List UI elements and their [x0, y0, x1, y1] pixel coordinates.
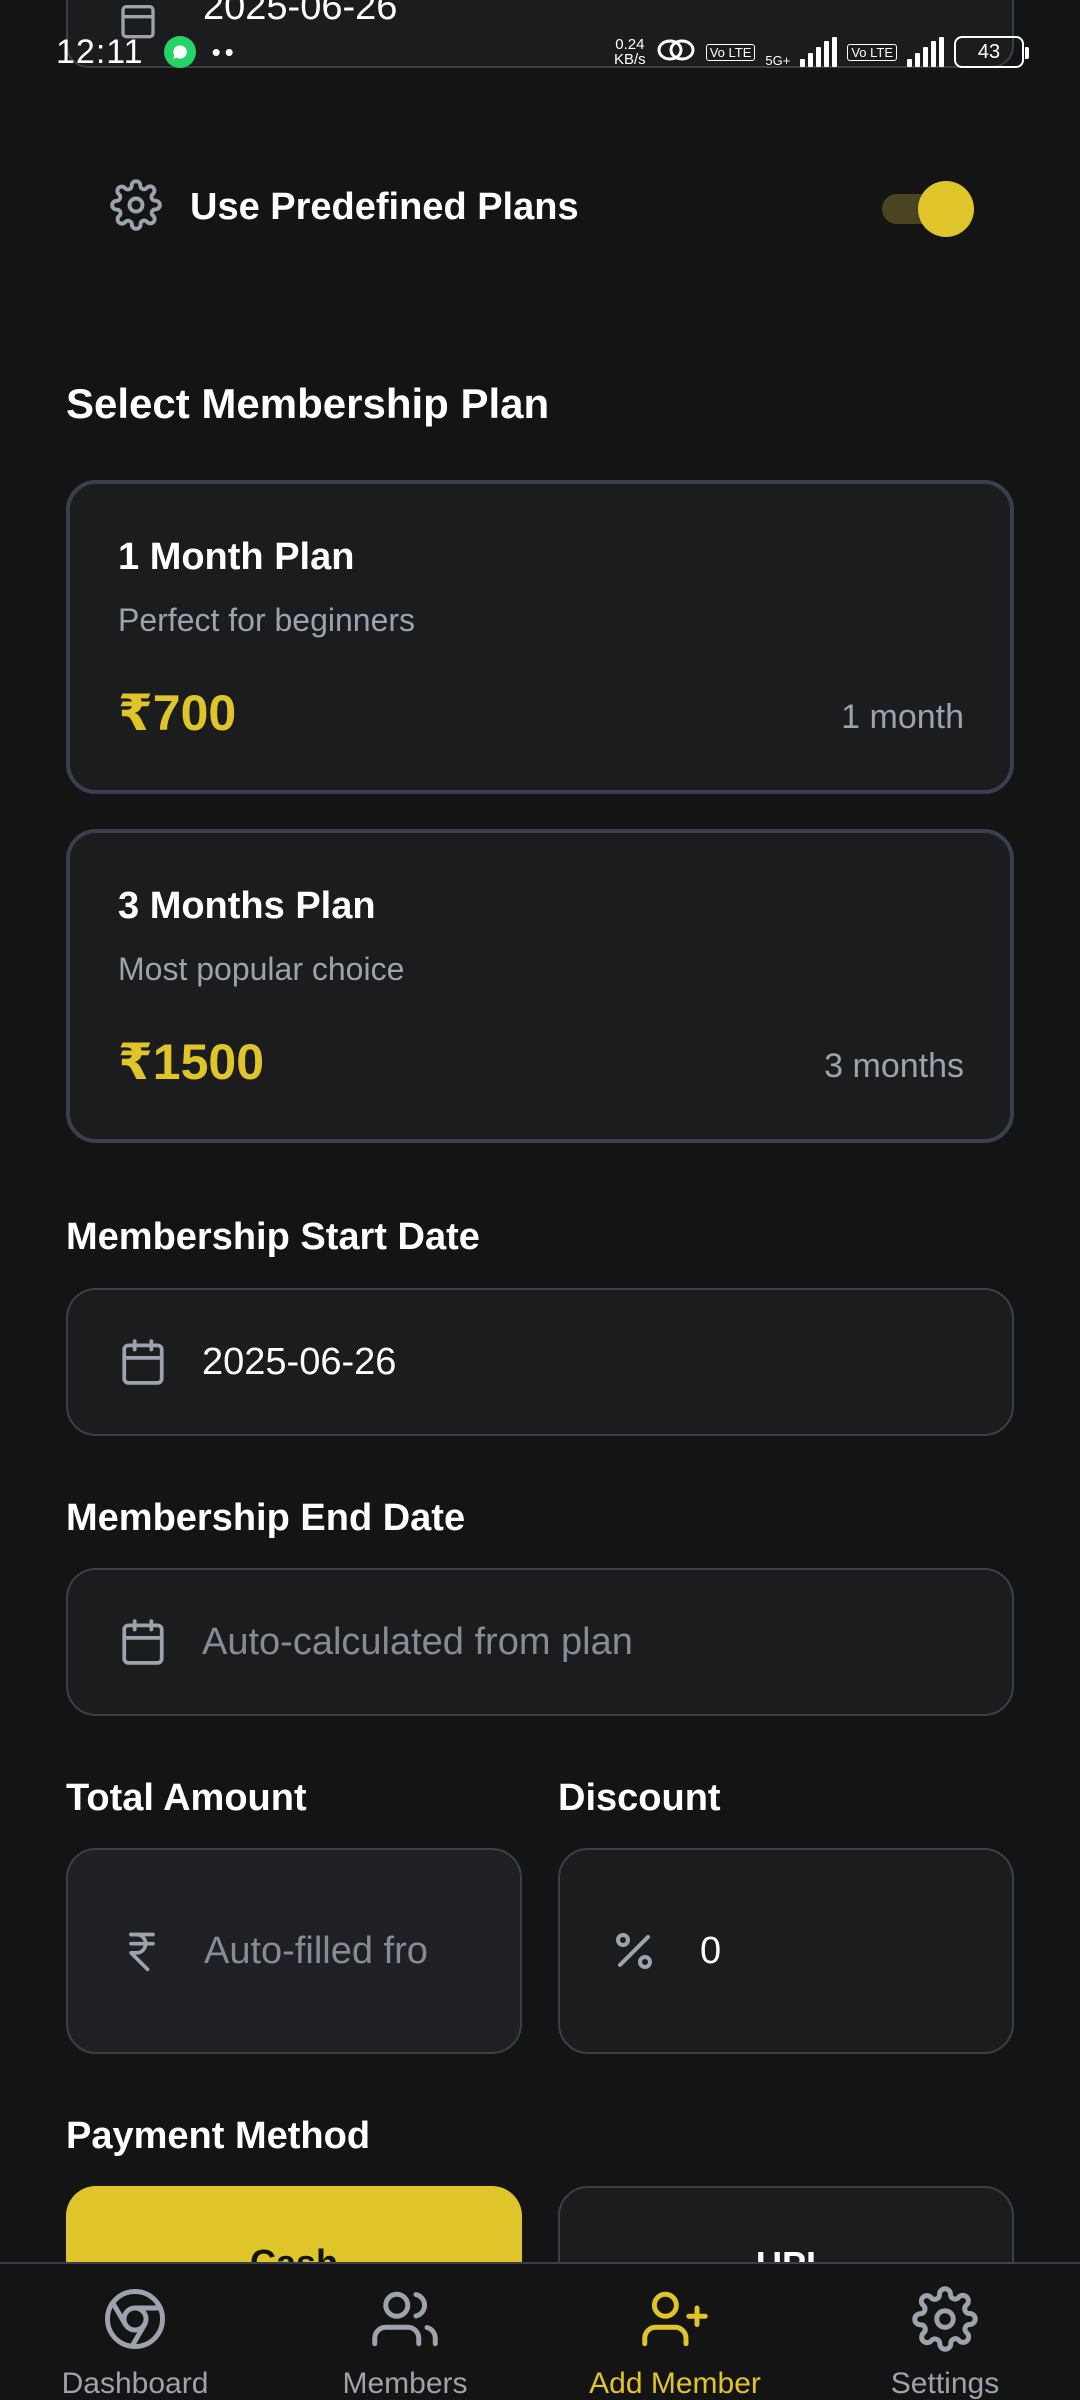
calendar-icon — [118, 1617, 168, 1667]
payment-method-label: Payment Method — [66, 2115, 371, 2157]
nav-members[interactable]: Members — [270, 2264, 540, 2400]
total-amount-field[interactable]: Auto-filled fro — [66, 1848, 522, 2054]
nav-label: Members — [342, 2367, 468, 2400]
network-speed-value: 0.24 — [615, 36, 645, 53]
gear-icon — [912, 2286, 978, 2357]
network-speed-unit: KB/s — [614, 51, 646, 68]
predefined-plans-label: Use Predefined Plans — [190, 185, 579, 228]
nav-label: Add Member — [589, 2367, 761, 2400]
chrome-icon — [102, 2286, 168, 2357]
plans-section-title: Select Membership Plan — [66, 380, 550, 427]
status-bar: 12:11 •• 0.24 KB/s Vo LTE 5G+ Vo LTE 43 — [0, 0, 1080, 104]
network-type: 5G+ — [765, 52, 791, 68]
volte-badge-1: Vo LTE — [705, 43, 756, 61]
nav-add-member[interactable]: Add Member — [540, 2264, 810, 2400]
status-right-group: 0.24 KB/s Vo LTE 5G+ Vo LTE 43 — [614, 35, 1029, 70]
bottom-nav: Dashboard Members Add Member Settings — [0, 2262, 1080, 2400]
predefined-plans-toggle[interactable] — [878, 179, 974, 237]
total-amount-label: Total Amount — [66, 1777, 307, 1819]
nav-label: Settings — [890, 2367, 1000, 2400]
signal-icon-2 — [907, 37, 944, 67]
calendar-icon — [118, 1337, 168, 1387]
status-dots: •• — [211, 36, 238, 67]
end-date-field[interactable]: Auto-calculated from plan — [66, 1568, 1014, 1716]
end-date-placeholder: Auto-calculated from plan — [202, 1620, 633, 1663]
battery-icon: 43 — [954, 36, 1029, 68]
start-date-field[interactable]: 2025-06-26 — [66, 1288, 1014, 1436]
start-date-label: Membership Start Date — [66, 1216, 480, 1258]
nav-label: Dashboard — [61, 2367, 209, 2400]
total-amount-placeholder: Auto-filled fro — [204, 1929, 428, 1972]
nav-dashboard[interactable]: Dashboard — [0, 2264, 270, 2400]
plan-card-3-months[interactable]: 3 Months Plan Most popular choice ₹1500 … — [66, 829, 1014, 1143]
users-icon — [372, 2286, 438, 2357]
plan-duration: 3 months — [824, 1047, 964, 1085]
rupee-icon — [120, 1926, 164, 1976]
plan-duration: 1 month — [841, 698, 964, 736]
whatsapp-icon — [163, 36, 196, 68]
status-time: 12:11 — [56, 32, 144, 71]
discount-field[interactable]: 0 — [558, 1848, 1014, 2054]
nav-settings[interactable]: Settings — [810, 2264, 1080, 2400]
signal-icon-1 — [800, 37, 838, 67]
discount-label: Discount — [558, 1777, 721, 1819]
discount-value: 0 — [700, 1929, 722, 1972]
plan-price: ₹1500 — [118, 1034, 265, 1090]
plan-description: Perfect for beginners — [118, 602, 416, 638]
start-date-value: 2025-06-26 — [202, 1340, 397, 1383]
gear-icon — [110, 178, 162, 236]
plan-name: 1 Month Plan — [118, 536, 355, 578]
battery-level: 43 — [977, 40, 1001, 63]
end-date-label: Membership End Date — [66, 1497, 466, 1539]
link-icon — [656, 35, 696, 70]
toggle-thumb — [918, 181, 974, 237]
percent-icon — [610, 1927, 658, 1975]
plan-card-1-month[interactable]: 1 Month Plan Perfect for beginners ₹700 … — [66, 480, 1014, 794]
plan-name: 3 Months Plan — [118, 885, 376, 927]
predefined-plans-row[interactable]: Use Predefined Plans — [110, 172, 974, 242]
volte-badge-2: Vo LTE — [847, 43, 897, 61]
network-speed: 0.24 KB/s — [614, 37, 646, 67]
plan-description: Most popular choice — [118, 951, 405, 987]
plan-price: ₹700 — [118, 685, 237, 741]
user-plus-icon — [642, 2286, 708, 2357]
add-member-screen: 2025-06-26 12:11 •• 0.24 KB/s Vo LTE 5G+… — [0, 0, 1080, 2400]
